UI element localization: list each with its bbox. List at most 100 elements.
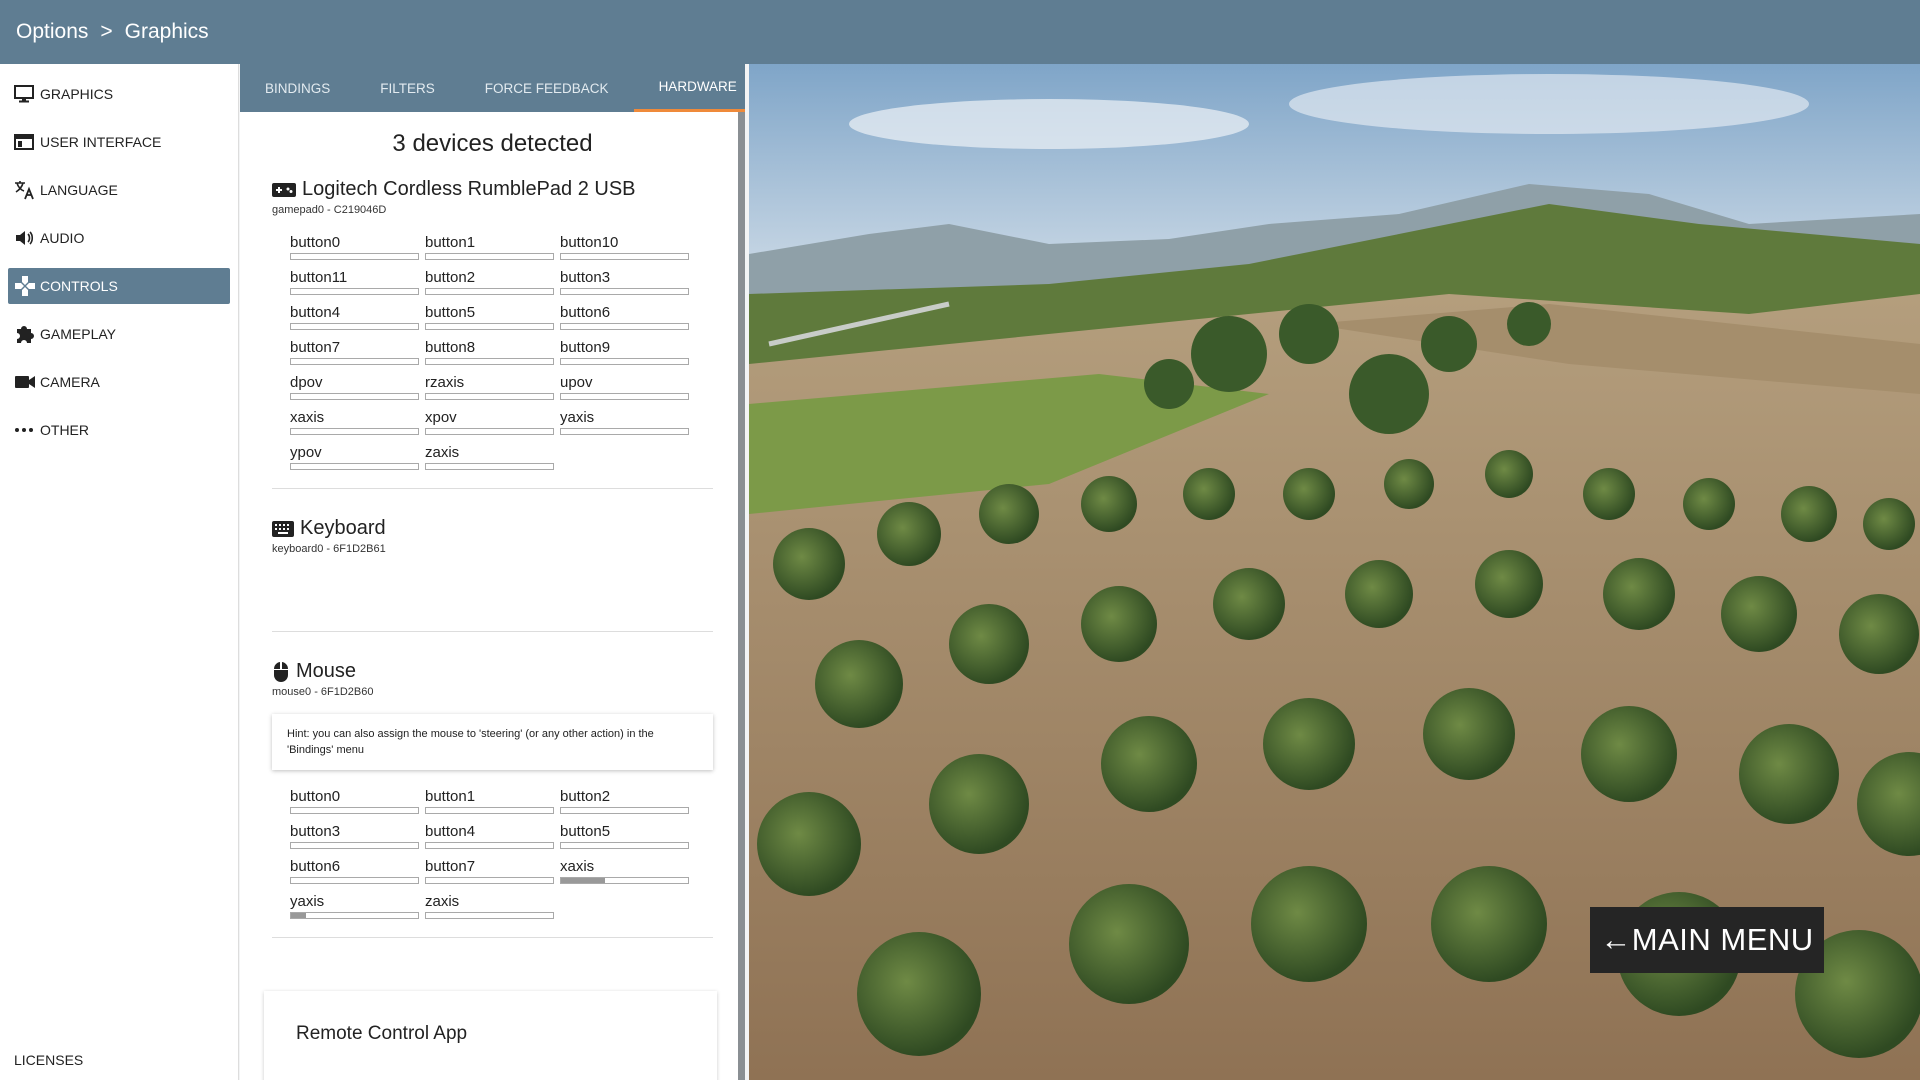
input-level-bar	[290, 912, 419, 919]
input-indicator: zaxis	[425, 893, 554, 919]
sidebar-item-label: GAMEPLAY	[40, 326, 116, 342]
main-menu-button[interactable]: ← MAIN MENU	[1590, 907, 1824, 973]
back-arrow-icon: ←	[1600, 922, 1632, 957]
gamepad-title: Logitech Cordless RumblePad 2 USB	[272, 178, 713, 201]
sidebar-item-audio[interactable]: AUDIO	[8, 220, 230, 256]
sidebar-item-graphics[interactable]: GRAPHICS	[8, 76, 230, 112]
input-label: button1	[425, 788, 476, 805]
divider	[272, 631, 713, 632]
dots-icon	[14, 427, 40, 433]
input-indicator: xaxis	[290, 409, 419, 435]
input-label: button9	[560, 339, 611, 356]
tab-filters[interactable]: FILTERS	[355, 64, 460, 112]
tab-force-feedback[interactable]: FORCE FEEDBACK	[460, 64, 634, 112]
input-level-fill	[291, 913, 307, 918]
input-indicator: button7	[290, 339, 419, 365]
sidebar-item-other[interactable]: OTHER	[8, 412, 230, 448]
devices-detected-heading: 3 devices detected	[392, 130, 593, 157]
input-indicator: button7	[425, 858, 554, 884]
input-level-bar	[290, 842, 419, 849]
input-indicator: button3	[290, 823, 419, 849]
sidebar-item-language[interactable]: LANGUAGE	[8, 172, 230, 208]
breadcrumb-separator: >	[100, 20, 113, 43]
input-label: button3	[290, 823, 341, 840]
gamepad-id: gamepad0 - C219046D	[272, 204, 387, 216]
input-indicator: zaxis	[425, 444, 554, 470]
mouse-icon	[272, 661, 290, 683]
input-level-bar	[290, 288, 419, 295]
input-indicator: button0	[290, 234, 419, 260]
input-level-bar	[425, 842, 554, 849]
licenses-link[interactable]: LICENSES	[14, 1052, 83, 1068]
sidebar-item-label: AUDIO	[40, 230, 85, 246]
input-label: button0	[290, 788, 341, 805]
translate-icon	[14, 180, 40, 200]
sidebar-item-controls[interactable]: CONTROLS	[8, 268, 230, 304]
input-label: yaxis	[290, 893, 325, 910]
window-icon	[14, 134, 40, 150]
mouse-name: Mouse	[296, 660, 357, 682]
input-label: button10	[560, 234, 619, 251]
hardware-content: 3 devices detected Logitech Cordless Rum…	[240, 130, 745, 938]
sidebar: GRAPHICS USER INTERFACE LANGUAGE AUDIO C…	[0, 64, 239, 1080]
input-level-bar	[425, 358, 554, 365]
input-level-bar	[290, 393, 419, 400]
gamepad-input-grid: button0 button1 button10 button11 button2 but…	[290, 234, 713, 470]
sidebar-item-gameplay[interactable]: GAMEPLAY	[8, 316, 230, 352]
input-label: xpov	[425, 409, 457, 426]
sidebar-item-label: LANGUAGE	[40, 182, 118, 198]
input-level-bar	[560, 358, 689, 365]
input-label: button7	[425, 858, 476, 875]
input-indicator: ypov	[290, 444, 419, 470]
input-label: button4	[425, 823, 476, 840]
top-bar: Options > Graphics	[0, 0, 1920, 64]
input-label: button5	[425, 304, 476, 321]
input-level-bar	[425, 807, 554, 814]
input-level-bar	[560, 288, 689, 295]
sidebar-item-label: GRAPHICS	[40, 86, 114, 102]
input-label: zaxis	[425, 893, 460, 910]
input-label: zaxis	[425, 444, 460, 461]
input-level-bar	[425, 428, 554, 435]
panel-scrollbar[interactable]	[738, 112, 745, 1080]
tab-bar: BINDINGS FILTERS FORCE FEEDBACK HARDWARE	[240, 64, 745, 112]
input-level-bar	[425, 463, 554, 470]
input-level-bar	[560, 253, 689, 260]
divider	[272, 488, 713, 489]
input-label: button0	[290, 234, 341, 251]
sidebar-item-camera[interactable]: CAMERA	[8, 364, 230, 400]
gamepad-name: Logitech Cordless RumblePad 2 USB	[302, 178, 636, 200]
input-level-fill	[561, 878, 606, 883]
input-level-bar	[560, 807, 689, 814]
keyboard-title: Keyboard	[272, 517, 713, 540]
input-label: rzaxis	[425, 374, 465, 391]
input-indicator: button1	[425, 234, 554, 260]
sidebar-item-label: CONTROLS	[40, 278, 118, 294]
input-level-bar	[560, 842, 689, 849]
input-indicator: button6	[290, 858, 419, 884]
input-indicator: yaxis	[560, 409, 689, 435]
input-level-bar	[290, 877, 419, 884]
input-level-bar	[425, 877, 554, 884]
mouse-input-grid: button0 button1 button2 button3 button4 butto…	[290, 788, 713, 919]
input-indicator: button11	[290, 269, 419, 295]
breadcrumb-root[interactable]: Options	[16, 20, 88, 44]
sidebar-item-label: OTHER	[40, 422, 89, 438]
input-label: ypov	[290, 444, 322, 461]
sidebar-item-user-interface[interactable]: USER INTERFACE	[8, 124, 230, 160]
input-indicator: button4	[290, 304, 419, 330]
input-indicator: button9	[560, 339, 689, 365]
sidebar-item-label: CAMERA	[40, 374, 100, 390]
tab-bindings[interactable]: BINDINGS	[240, 64, 355, 112]
input-level-bar	[290, 428, 419, 435]
input-indicator: xpov	[425, 409, 554, 435]
input-label: dpov	[290, 374, 323, 391]
mouse-id: mouse0 - 6F1D2B60	[272, 686, 374, 698]
input-level-bar	[560, 877, 689, 884]
tab-hardware[interactable]: HARDWARE	[633, 64, 745, 112]
input-indicator: button5	[425, 304, 554, 330]
input-label: button6	[560, 304, 611, 321]
input-indicator: yaxis	[290, 893, 419, 919]
input-indicator: button10	[560, 234, 689, 260]
input-label: button5	[560, 823, 611, 840]
